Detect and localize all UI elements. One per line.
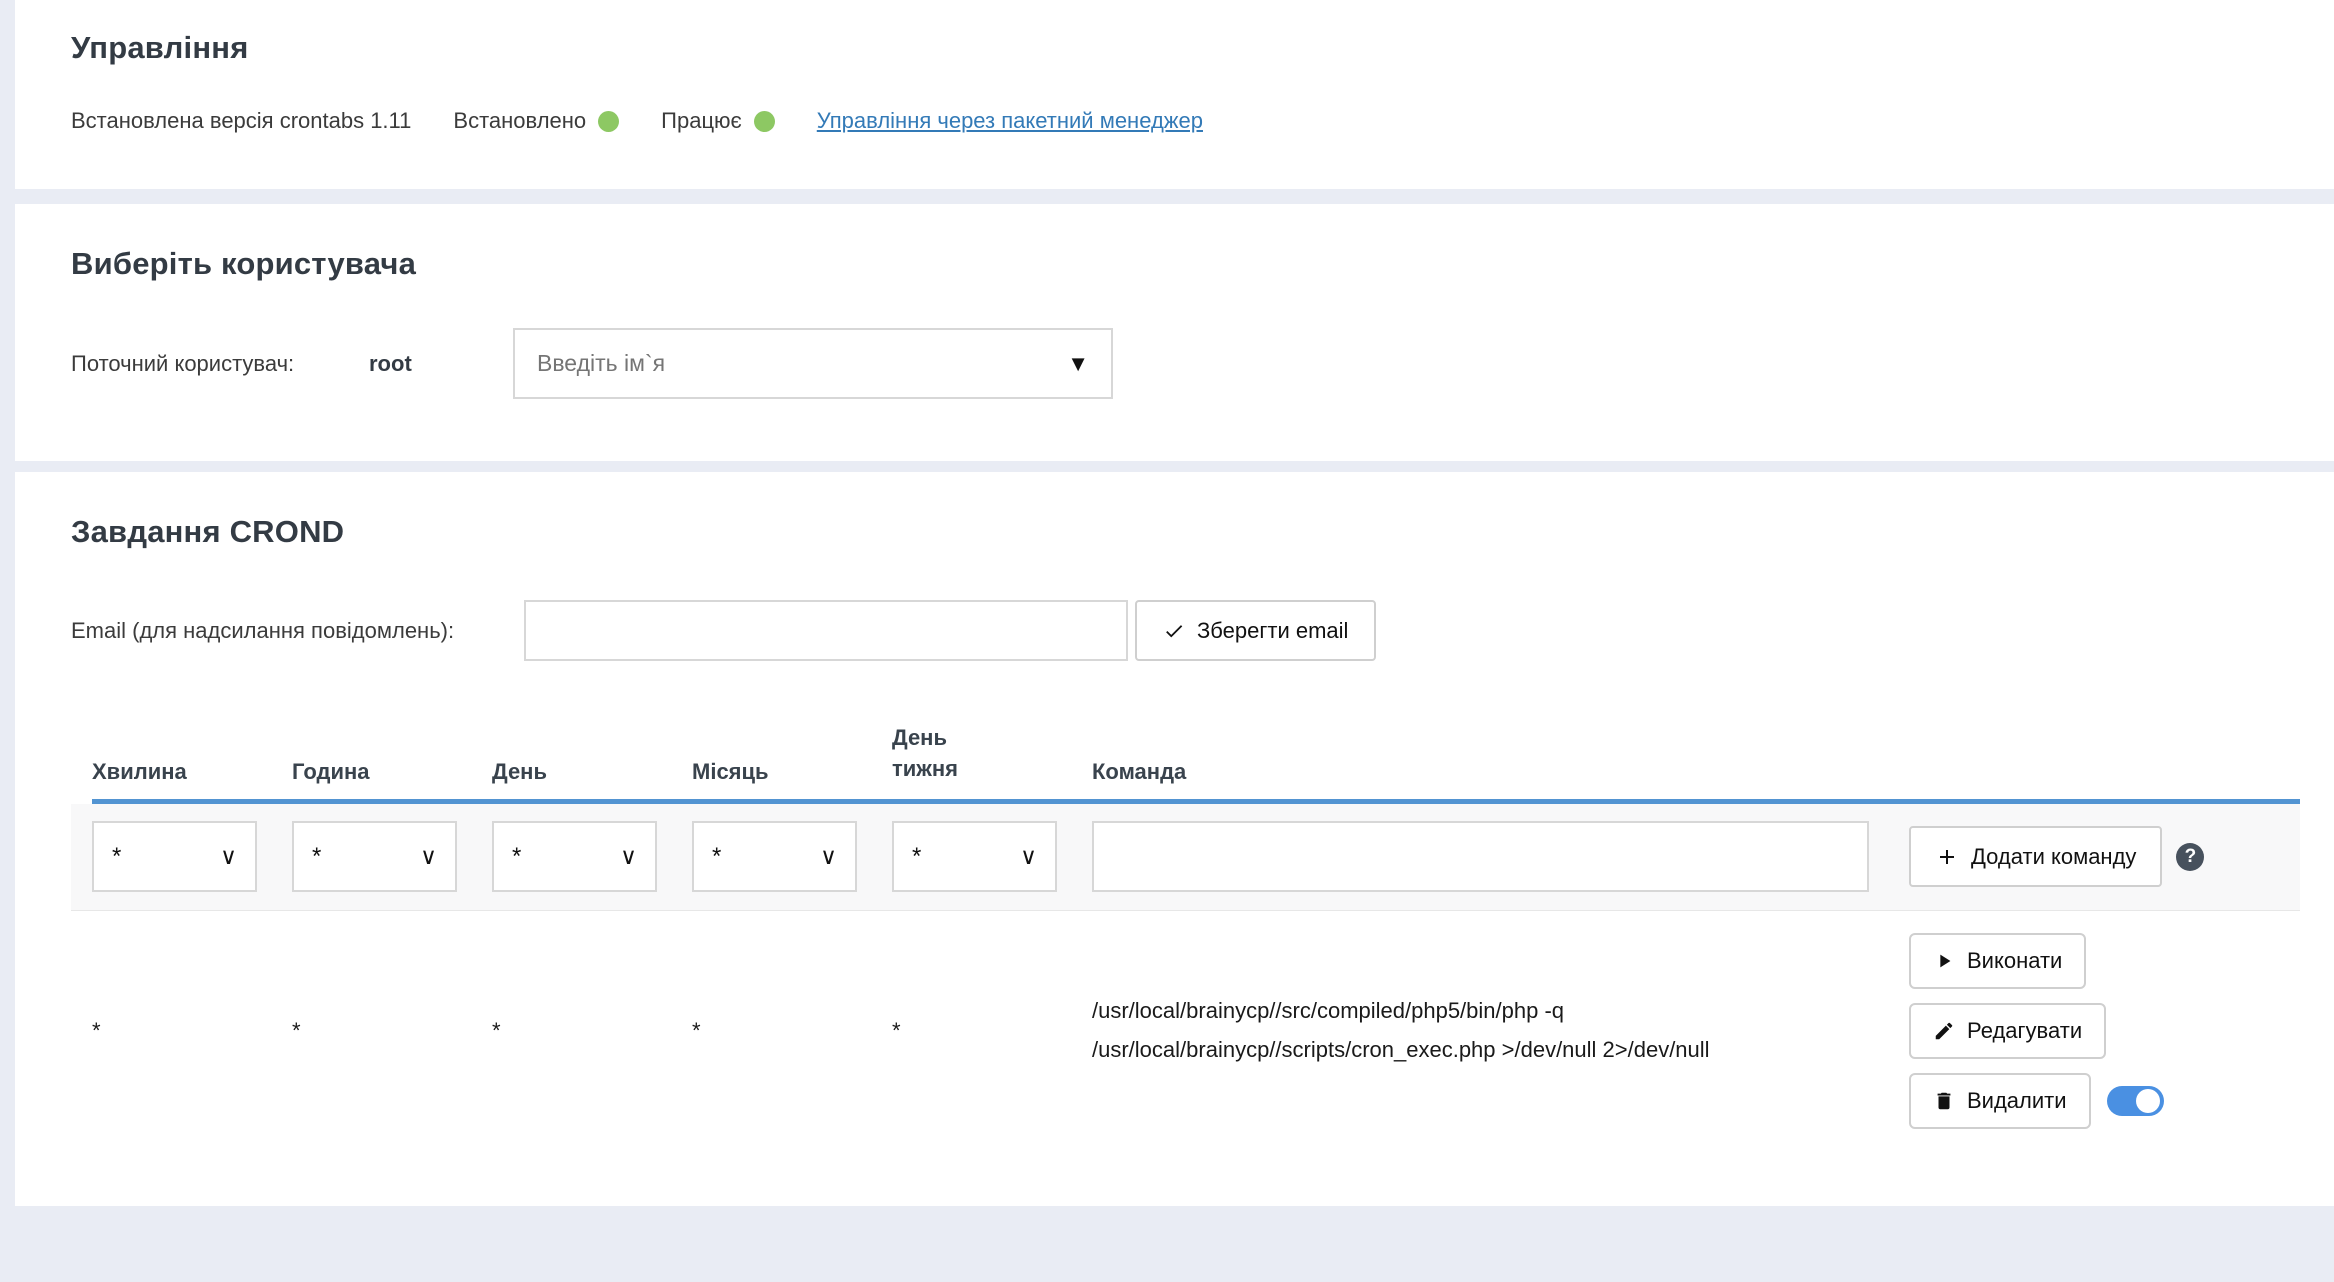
- current-user-row: Поточний користувач: root Введіть ім`я ▼: [71, 328, 2300, 399]
- select-user-title: Виберіть користувача: [71, 246, 2300, 282]
- chevron-down-icon: ∨: [1020, 843, 1037, 870]
- help-icon[interactable]: ?: [2176, 843, 2204, 871]
- pencil-icon: [1933, 1020, 1955, 1042]
- current-user-value: root: [369, 351, 513, 377]
- delete-label: Видалити: [1967, 1088, 2067, 1114]
- delete-button[interactable]: Видалити: [1909, 1073, 2091, 1129]
- task-month: *: [692, 1018, 892, 1044]
- weekday-select[interactable]: * ∨: [892, 821, 1057, 892]
- management-panel: Управління Встановлена версія crontabs 1…: [15, 0, 2334, 189]
- task-minute: *: [92, 1018, 292, 1044]
- add-command-button[interactable]: Додати команду: [1909, 826, 2162, 887]
- task-weekday: *: [892, 1018, 1092, 1044]
- installed-status-dot-icon: [598, 111, 619, 132]
- status-row: Встановлена версія crontabs 1.11 Встанов…: [71, 108, 2300, 134]
- hour-select[interactable]: * ∨: [292, 821, 457, 892]
- save-email-button[interactable]: Зберегти email: [1135, 600, 1376, 661]
- month-select[interactable]: * ∨: [692, 821, 857, 892]
- run-label: Виконати: [1967, 948, 2062, 974]
- day-select[interactable]: * ∨: [492, 821, 657, 892]
- header-hour: Година: [292, 759, 492, 785]
- minute-select[interactable]: * ∨: [92, 821, 257, 892]
- header-minute: Хвилина: [92, 759, 292, 785]
- dropdown-caret-icon: ▼: [1067, 351, 1089, 377]
- chevron-down-icon: ∨: [820, 843, 837, 870]
- running-status-dot-icon: [754, 111, 775, 132]
- installed-status: Встановлено: [453, 108, 619, 134]
- header-month: Місяць: [692, 759, 892, 785]
- plus-icon: [1935, 845, 1959, 869]
- task-hour: *: [292, 1018, 492, 1044]
- task-enabled-toggle[interactable]: [2107, 1086, 2164, 1116]
- toggle-knob: [2136, 1089, 2160, 1113]
- edit-label: Редагувати: [1967, 1018, 2082, 1044]
- user-select[interactable]: Введіть ім`я ▼: [513, 328, 1113, 399]
- save-email-label: Зберегти email: [1197, 618, 1348, 644]
- task-day: *: [492, 1018, 692, 1044]
- chevron-down-icon: ∨: [420, 843, 437, 870]
- user-select-placeholder: Введіть ім`я: [537, 350, 665, 377]
- task-actions: Виконати Редагувати Видалити: [1909, 933, 2300, 1129]
- task-row: * * * * * /usr/local/brainycp//src/compi…: [92, 911, 2300, 1151]
- package-manager-link[interactable]: Управління через пакетний менеджер: [817, 108, 1203, 134]
- cron-table: Хвилина Година День Місяць День тижня Ко…: [71, 723, 2300, 1151]
- task-command: /usr/local/brainycp//src/compiled/php5/b…: [1092, 992, 1872, 1069]
- trash-icon: [1933, 1090, 1955, 1112]
- installed-version-text: Встановлена версія crontabs 1.11: [71, 108, 411, 134]
- running-status-label: Працює: [661, 108, 742, 134]
- installed-status-label: Встановлено: [453, 108, 586, 134]
- header-weekday: День тижня: [892, 723, 1092, 785]
- run-button[interactable]: Виконати: [1909, 933, 2086, 989]
- email-input[interactable]: [524, 600, 1128, 661]
- crond-tasks-panel: Завдання CROND Email (для надсилання пов…: [15, 472, 2334, 1206]
- check-icon: [1163, 620, 1185, 642]
- email-row: Email (для надсилання повідомлень): Збер…: [71, 600, 2300, 661]
- add-command-label: Додати команду: [1971, 844, 2136, 870]
- header-command: Команда: [1092, 759, 1909, 785]
- chevron-down-icon: ∨: [220, 843, 237, 870]
- edit-button[interactable]: Редагувати: [1909, 1003, 2106, 1059]
- command-input[interactable]: [1092, 821, 1869, 892]
- running-status: Працює: [661, 108, 775, 134]
- cron-table-header: Хвилина Година День Місяць День тижня Ко…: [92, 723, 2300, 804]
- chevron-down-icon: ∨: [620, 843, 637, 870]
- new-task-row: * ∨ * ∨ * ∨ * ∨: [71, 804, 2300, 911]
- current-user-label: Поточний користувач:: [71, 351, 369, 377]
- management-title: Управління: [71, 30, 2300, 66]
- email-label: Email (для надсилання повідомлень):: [71, 618, 524, 644]
- header-day: День: [492, 759, 692, 785]
- play-icon: [1933, 950, 1955, 972]
- select-user-panel: Виберіть користувача Поточний користувач…: [15, 204, 2334, 461]
- crond-title: Завдання CROND: [71, 514, 2300, 550]
